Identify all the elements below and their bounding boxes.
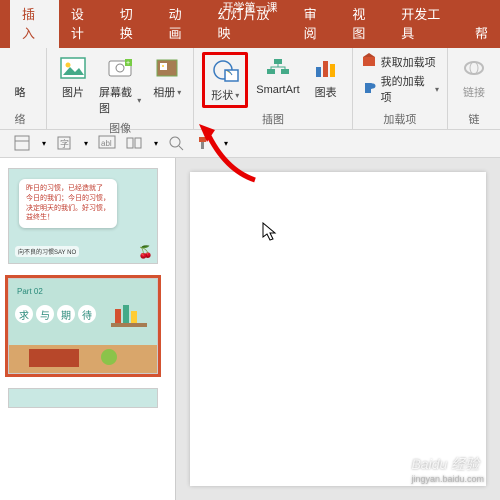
tab-design[interactable]: 设计 (59, 0, 108, 48)
chevron-down-icon: ▾ (235, 91, 239, 100)
store-icon (361, 52, 377, 71)
ribbon-item-label: SmartArt (256, 84, 299, 96)
thumb-text-card: 昨日的习惯，已经造就了 今日的我们；今日的习惯， 决定明天的我们。好习惯， 益终… (19, 179, 117, 228)
get-addins-button[interactable]: 获取加载项 (361, 52, 439, 71)
chevron-down-icon[interactable]: ▾ (154, 139, 158, 148)
text-direction-icon[interactable]: 字 (56, 135, 74, 153)
cursor-icon (262, 222, 278, 242)
ribbon-item-label: 链接 (463, 84, 485, 100)
ribbon-item-label: 获取加载项 (381, 54, 436, 70)
chevron-down-icon[interactable]: ▾ (84, 139, 88, 148)
ribbon-item-label: 略 (15, 84, 26, 100)
textbox-icon[interactable]: abl (98, 135, 116, 153)
my-addins-button[interactable]: 我的加载项 ▾ (361, 73, 439, 105)
ribbon-item-label: 形状 (211, 87, 233, 103)
ribbon-tabs: 插入 设计 切换 动画 幻灯片放映 审阅 视图 开发工具 帮 (0, 16, 500, 48)
link-button[interactable]: 链接 (456, 52, 492, 102)
slide-thumbnails: 昨日的习惯，已经造就了 今日的我们；今日的习惯， 决定明天的我们。好习惯， 益终… (0, 158, 175, 500)
slide-canvas[interactable] (175, 158, 500, 500)
cherry-icon: 🍒 (138, 245, 153, 259)
chevron-down-icon: ▾ (435, 85, 439, 94)
tab-insert[interactable]: 插入 (10, 0, 59, 48)
current-slide[interactable] (190, 172, 486, 486)
group-label: 链 (469, 111, 480, 127)
chevron-down-icon: ▾ (137, 96, 141, 105)
thumb-char: 与 (36, 305, 54, 323)
ribbon-item-label: 屏幕截图 (99, 84, 135, 116)
thumb-char: 求 (15, 305, 33, 323)
screenshot-icon: + (106, 54, 134, 82)
thumb-line: 今日的我们；今日的习惯， (26, 194, 110, 204)
svg-text:字: 字 (60, 138, 69, 149)
watermark-main: Baidu 经验 (411, 456, 479, 472)
tab-help[interactable]: 帮 (463, 17, 500, 48)
chart-button[interactable]: 图表 (308, 52, 344, 102)
watermark-sub: jingyan.baidu.com (411, 474, 484, 484)
group-images: 图片 + 屏幕截图▾ 相册▾ 图像 (47, 48, 194, 129)
tab-devtools[interactable]: 开发工具 (389, 0, 463, 48)
ribbon-item-label: 图片 (62, 84, 84, 100)
thumbnail-slide-1[interactable]: 昨日的习惯，已经造就了 今日的我们；今日的习惯， 决定明天的我们。好习惯， 益终… (8, 168, 158, 264)
ribbon-item-label: 我的加载项 (381, 73, 431, 105)
chevron-down-icon[interactable]: ▾ (42, 139, 46, 148)
album-button[interactable]: 相册▾ (149, 52, 185, 102)
screenshot-button[interactable]: + 屏幕截图▾ (95, 52, 145, 118)
books-icon (107, 299, 151, 339)
thumb-line: 决定明天的我们。好习惯， (26, 204, 110, 214)
group-addins: 获取加载项 我的加载项 ▾ 加载项 (353, 48, 448, 129)
tab-slideshow[interactable]: 幻灯片放映 (205, 0, 291, 48)
link-icon (460, 54, 488, 82)
thumb-bottom-text: 向不良的习惯SAY NO (15, 246, 79, 257)
desk-icon (9, 345, 159, 373)
shapes-icon (211, 57, 239, 85)
group-links: 链接 链 (448, 48, 500, 129)
smartart-button[interactable]: SmartArt (252, 52, 303, 98)
thumbnail-slide-2[interactable]: Part 02 求 与 期 待 (8, 278, 158, 374)
thumb-char: 待 (78, 305, 96, 323)
generic-icon (6, 54, 34, 82)
svg-text:abl: abl (101, 139, 112, 148)
thumb-part-label: Part 02 (17, 287, 43, 296)
ribbon-item-label: 相册 (153, 84, 175, 100)
thumb-line: 昨日的习惯，已经造就了 (26, 184, 110, 194)
myaddins-icon (361, 80, 377, 99)
ribbon-item-label: 图表 (315, 84, 337, 100)
zoom-icon[interactable] (168, 135, 186, 153)
chart-icon (312, 54, 340, 82)
pictures-button[interactable]: 图片 (55, 52, 91, 102)
tab-view[interactable]: 视图 (340, 0, 389, 48)
watermark: Baidu 经验 jingyan.baidu.com (411, 454, 484, 484)
merge-icon[interactable] (126, 135, 144, 153)
ribbon: 略 络 图片 + 屏幕截图▾ 相册▾ 图像 形状▾ (0, 48, 500, 130)
album-icon (153, 54, 181, 82)
group-partial-left: 略 络 (0, 48, 47, 129)
tab-animations[interactable]: 动画 (157, 0, 206, 48)
work-area: 昨日的习惯，已经造就了 今日的我们；今日的习惯， 决定明天的我们。好习惯， 益终… (0, 158, 500, 500)
group-illustrations: 形状▾ SmartArt 图表 插图 (194, 48, 352, 129)
thumbnail-slide-3[interactable] (8, 388, 158, 408)
group-label: 络 (15, 111, 26, 127)
smartart-icon (264, 54, 292, 82)
chevron-down-icon: ▾ (177, 88, 181, 97)
annotation-arrow (195, 120, 265, 190)
ribbon-item[interactable]: 略 (2, 52, 38, 102)
tab-transitions[interactable]: 切换 (108, 0, 157, 48)
thumb-char: 期 (57, 305, 75, 323)
group-label: 加载项 (383, 111, 416, 127)
thumb-line: 益终生！ (26, 213, 110, 223)
picture-icon (59, 54, 87, 82)
tab-review[interactable]: 审阅 (292, 0, 341, 48)
group-label: 插图 (262, 111, 284, 127)
shapes-button[interactable]: 形状▾ (202, 52, 248, 108)
svg-text:+: + (126, 60, 130, 67)
layout-icon[interactable] (14, 135, 32, 153)
